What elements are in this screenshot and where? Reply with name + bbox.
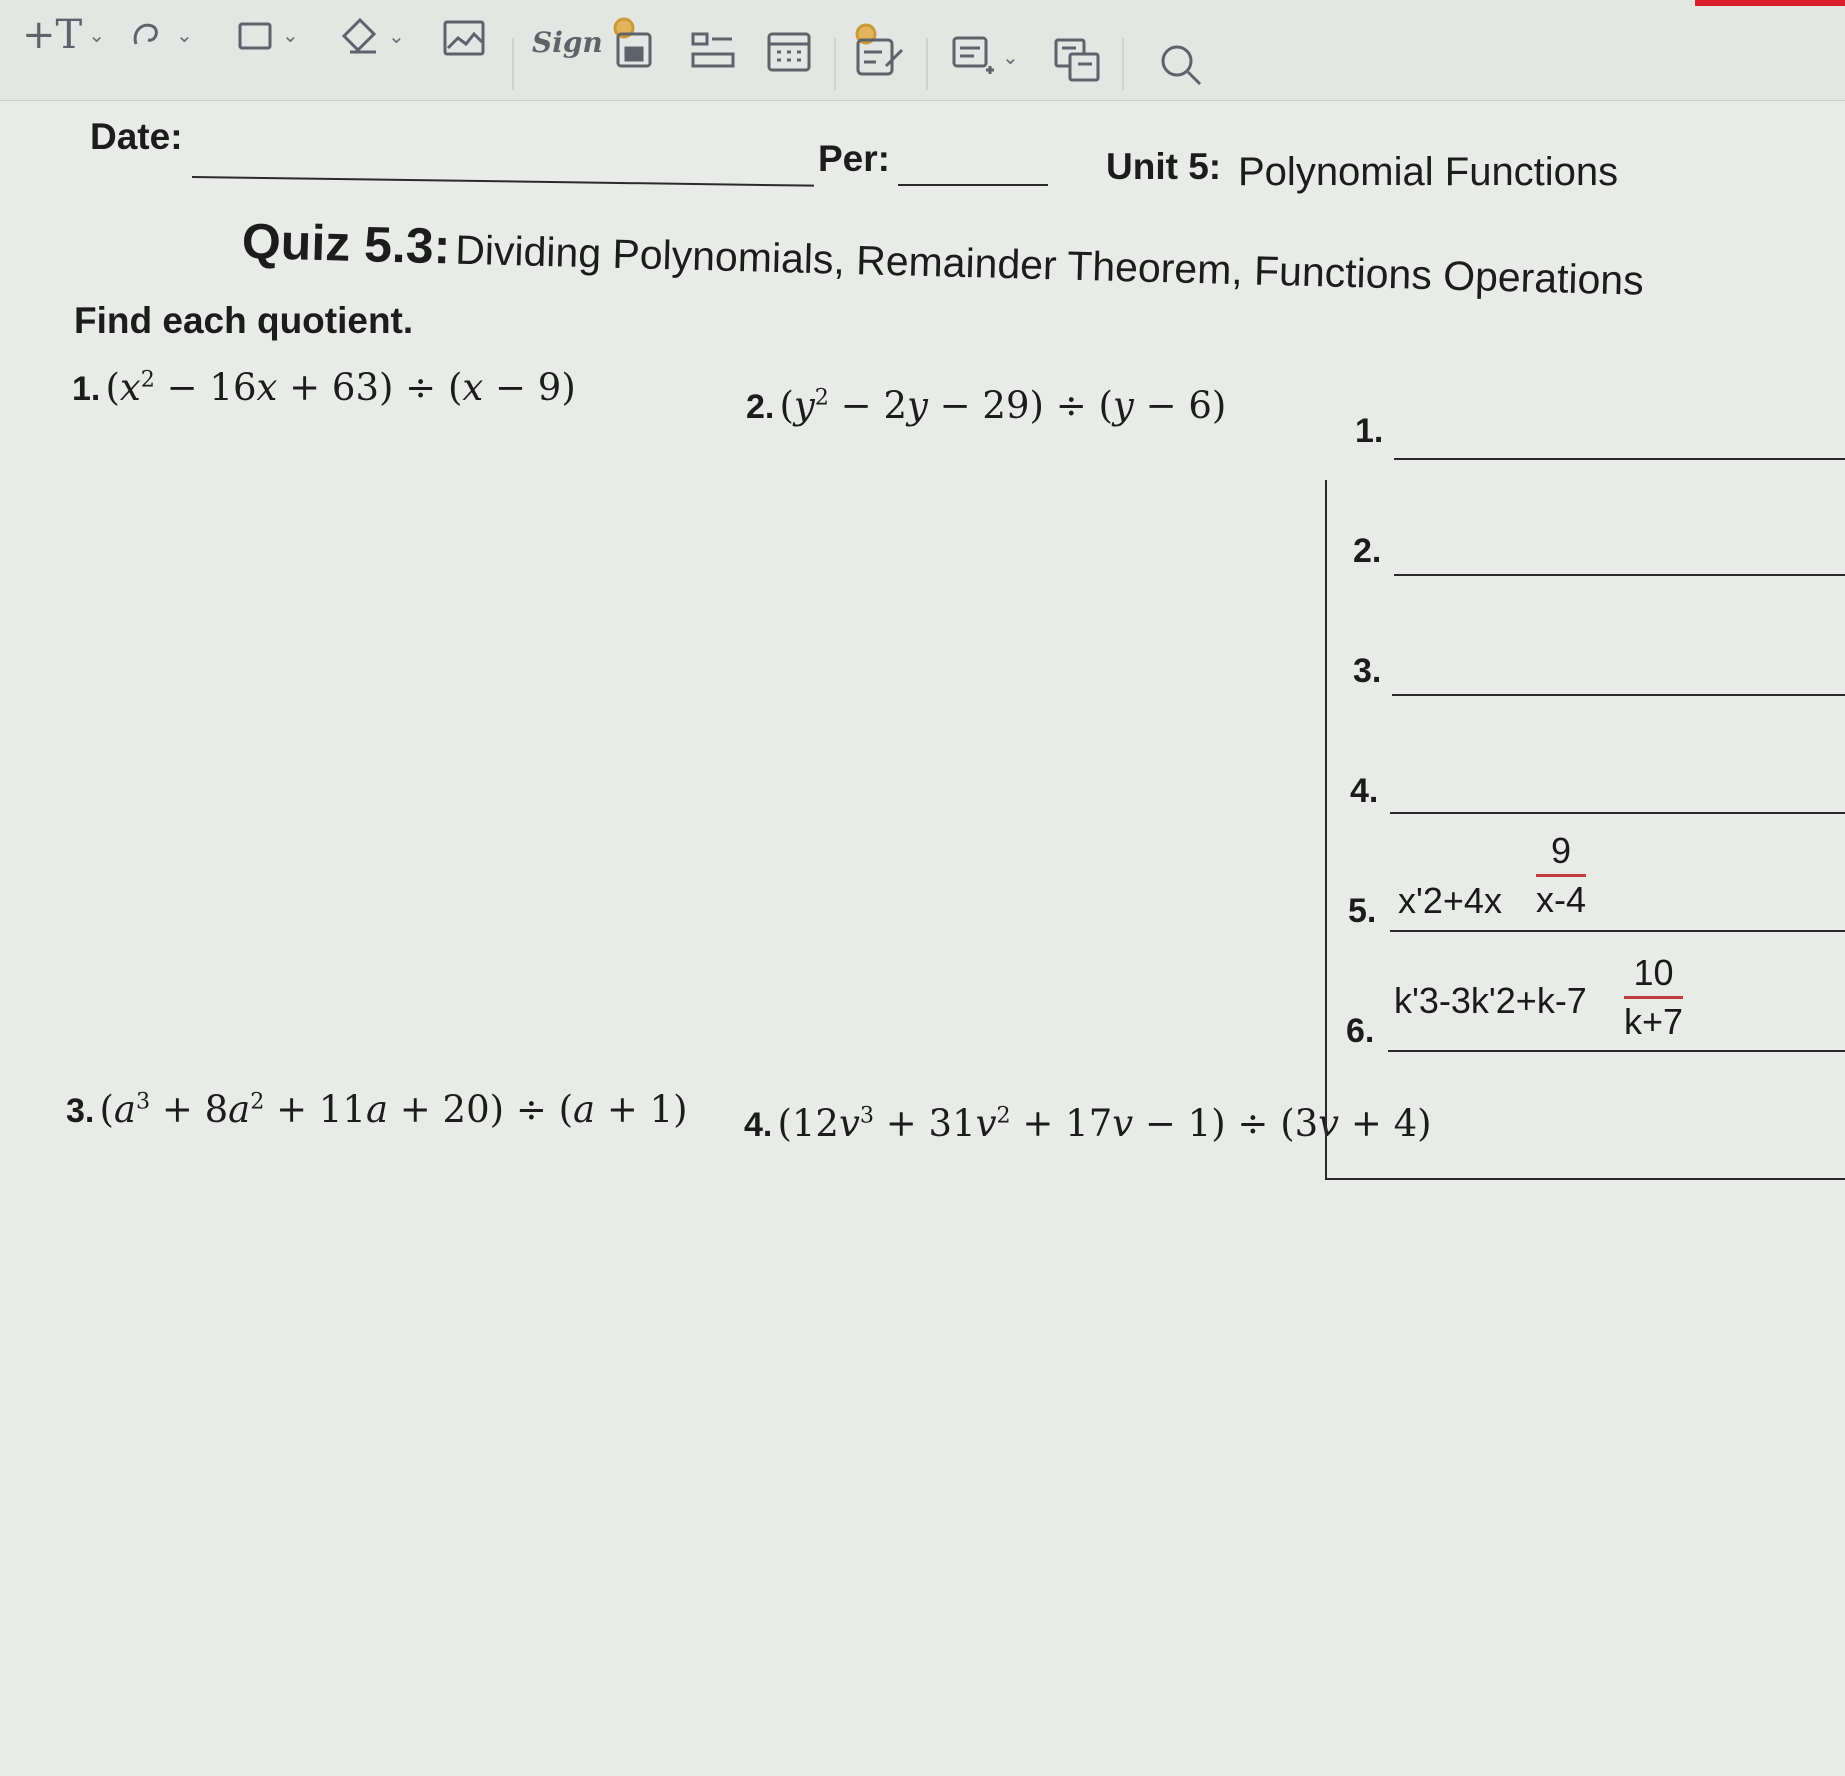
answer-6-label: 6.: [1346, 1012, 1375, 1050]
problem-1-expression: (x2 − 16x + 63) ÷ (x − 9): [105, 366, 576, 409]
eraser-tool[interactable]: ⌄: [338, 14, 405, 58]
answer-5-label: 5.: [1348, 892, 1377, 930]
eraser-icon: [341, 17, 377, 54]
answer-4-field[interactable]: [1390, 812, 1845, 814]
toolbar-separator: [512, 38, 514, 90]
problem-1: 1. (x2 − 16x + 63) ÷ (x − 9): [72, 366, 576, 409]
answer-5-field[interactable]: [1390, 930, 1845, 932]
toolbar-separator: [834, 38, 836, 90]
sign-tool[interactable]: Sign: [532, 26, 603, 59]
translate-tool[interactable]: [1052, 36, 1102, 86]
per-field[interactable]: [898, 184, 1048, 186]
answer-3-field[interactable]: [1392, 694, 1845, 696]
fraction-bar: [1536, 874, 1587, 877]
problem-1-number: 1.: [72, 370, 101, 408]
add-text-tool[interactable]: +T ⌄: [22, 12, 105, 58]
date-field[interactable]: [191, 176, 814, 187]
problem-3: 3. (a3 + 8a2 + 11a + 20) ÷ (a + 1): [66, 1088, 688, 1131]
answer-5-text: x'2+4x: [1398, 880, 1502, 921]
problem-4-expression: (12v3 + 31v2 + 17v − 1) ÷ (3v + 4): [777, 1102, 1432, 1145]
toolbar-separator: [1122, 38, 1124, 90]
problem-3-expression: (a3 + 8a2 + 11a + 20) ÷ (a + 1): [99, 1088, 688, 1131]
problem-4: 4. (12v3 + 31v2 + 17v − 1) ÷ (3v + 4): [744, 1102, 1432, 1145]
toolbar-separator: [926, 38, 928, 90]
quiz-title: Dividing Polynomials, Remainder Theorem,…: [454, 226, 1645, 304]
shape-tool[interactable]: ⌄: [234, 14, 299, 56]
draw-icon: [133, 23, 158, 45]
answer-6-fraction: 10 k+7: [1624, 952, 1684, 1043]
problem-3-number: 3.: [66, 1092, 95, 1130]
answer-3-label: 3.: [1353, 652, 1382, 690]
answer-box-border: [1325, 480, 1327, 1180]
answer-2-label: 2.: [1353, 532, 1382, 570]
fraction-bar: [1624, 996, 1684, 999]
comment-icon: [952, 36, 994, 74]
answer-6-field[interactable]: [1388, 1050, 1845, 1052]
stamp-tool[interactable]: [610, 16, 656, 70]
chevron-down-icon[interactable]: ⌄: [176, 23, 193, 47]
calendar-tool[interactable]: [766, 30, 812, 74]
answer-4-label: 4.: [1350, 772, 1379, 810]
sign-icon: Sign: [532, 26, 603, 59]
quiz-number: Quiz 5.3:: [241, 213, 452, 275]
calendar-icon: [767, 32, 811, 72]
problem-2-number: 2.: [746, 388, 775, 426]
chevron-down-icon[interactable]: ⌄: [1002, 45, 1019, 69]
edit-text-tool[interactable]: [852, 22, 906, 78]
answer-box-border-bottom: [1325, 1178, 1845, 1180]
answer-5-numerator: 9: [1550, 830, 1572, 871]
chevron-down-icon[interactable]: ⌄: [282, 23, 299, 47]
chevron-down-icon[interactable]: ⌄: [388, 24, 405, 48]
unit-label: Unit 5:: [1106, 146, 1222, 187]
answer-6-numerator: 10: [1633, 952, 1674, 993]
quiz-heading: Quiz 5.3: Dividing Polynomials, Remainde…: [241, 212, 1644, 307]
document-page: Date: Per: Unit 5: Polynomial Functions …: [0, 100, 1845, 1776]
search-icon: [1161, 45, 1202, 86]
translate-icon: [1054, 38, 1100, 82]
stamp-icon: [613, 17, 652, 68]
problem-2: 2. (y2 − 2y − 29) ÷ (y − 6): [746, 384, 1226, 427]
edit-text-icon: [855, 23, 904, 76]
answer-1-field[interactable]: [1394, 458, 1845, 460]
search-tool[interactable]: [1158, 42, 1204, 88]
instruction: Find each quotient.: [74, 300, 414, 341]
form-tool[interactable]: [690, 30, 736, 70]
shape-icon: [238, 22, 272, 50]
date-label: Date:: [90, 116, 183, 157]
answer-2-field[interactable]: [1394, 574, 1845, 576]
accent-bar: [1695, 0, 1845, 6]
answer-1-label: 1.: [1355, 412, 1384, 450]
annotation-toolbar: +T ⌄ ⌄ ⌄ ⌄ Sign ⌄: [0, 0, 1845, 101]
answer-5-denominator: x-4: [1536, 879, 1587, 920]
answer-5-fraction: 9 x-4: [1536, 830, 1587, 921]
form-icon: [691, 32, 735, 68]
chevron-down-icon[interactable]: ⌄: [88, 23, 105, 47]
per-label: Per:: [818, 138, 890, 179]
answer-6-text: k'3-3k'2+k-7: [1394, 980, 1587, 1021]
image-tool[interactable]: [442, 18, 486, 58]
add-text-icon: +T: [22, 12, 83, 58]
image-icon: [443, 20, 485, 56]
unit-title: Polynomial Functions: [1238, 150, 1619, 194]
answer-6-denominator: k+7: [1624, 1001, 1684, 1042]
draw-tool[interactable]: ⌄: [128, 14, 193, 56]
problem-4-number: 4.: [744, 1106, 773, 1144]
problem-2-expression: (y2 − 2y − 29) ÷ (y − 6): [779, 384, 1227, 427]
comment-tool[interactable]: ⌄: [950, 34, 1019, 80]
